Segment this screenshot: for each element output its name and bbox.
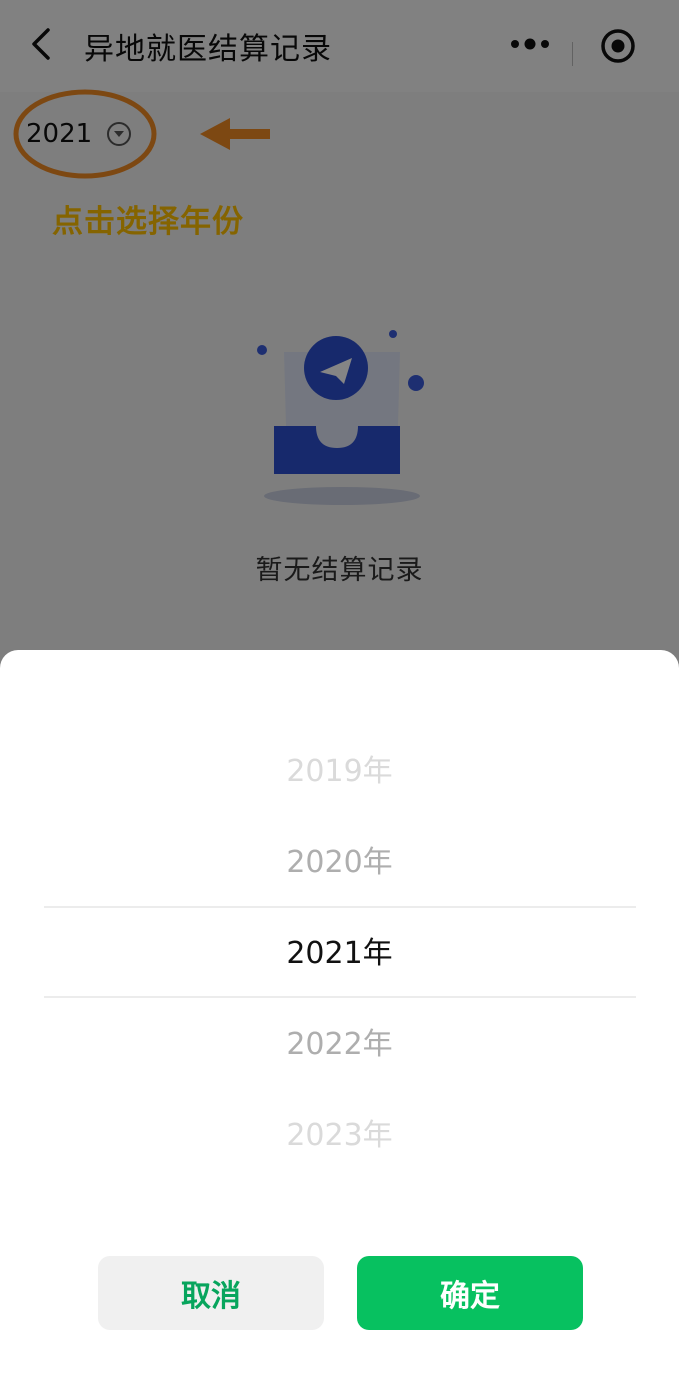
year-picker-sheet: 2019年 2020年 2021年 2022年 2023年 取消 确定 [0,650,679,1374]
year-picker-wheel[interactable]: 2019年 2020年 2021年 2022年 2023年 [0,730,679,1190]
confirm-button[interactable]: 确定 [357,1256,583,1330]
picker-indicator-bottom [44,996,636,998]
picker-option[interactable]: 2022年 [0,1015,679,1075]
picker-option[interactable]: 2019年 [0,742,679,802]
picker-option[interactable]: 2023年 [0,1106,679,1166]
picker-option-selected[interactable]: 2021年 [0,924,679,984]
picker-option[interactable]: 2020年 [0,833,679,893]
picker-indicator-top [44,906,636,908]
cancel-button[interactable]: 取消 [98,1256,324,1330]
